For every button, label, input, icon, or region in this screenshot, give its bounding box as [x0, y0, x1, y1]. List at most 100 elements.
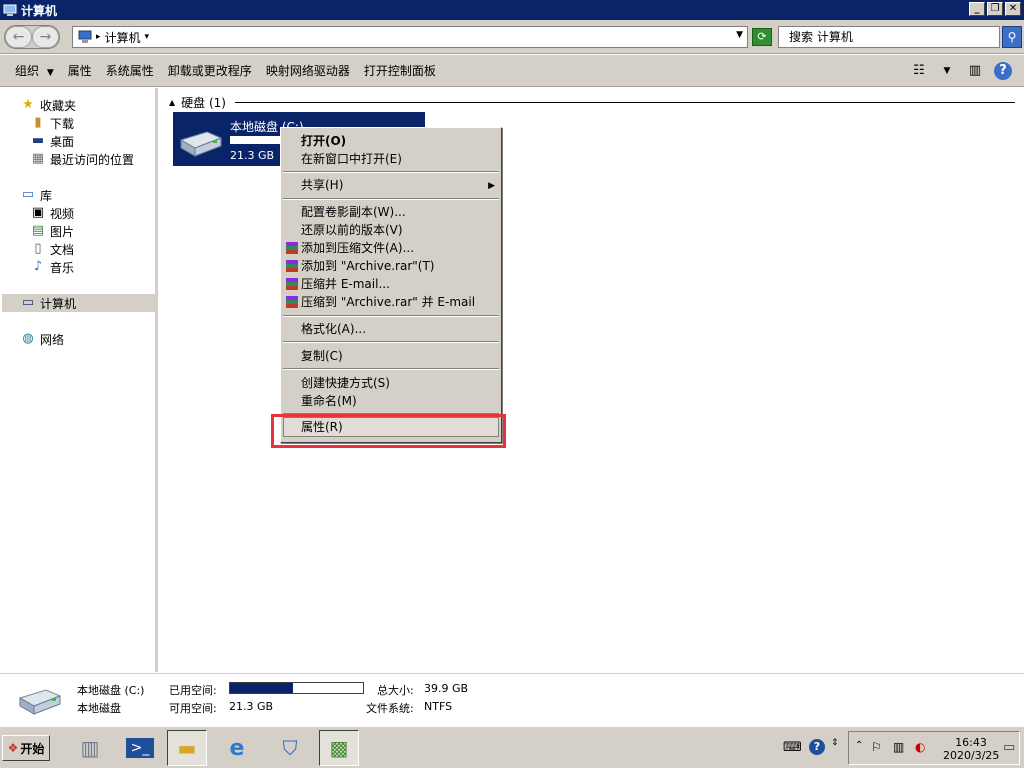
folder-icon: ▬: [177, 736, 197, 760]
group-divider: [235, 102, 1015, 103]
details-fs-value: NTFS: [424, 700, 453, 713]
menu-copy[interactable]: 复制(C): [301, 347, 343, 365]
system-tray: ⌨ ? ⇕ ⌃ ⚐ ▥ ◐ 16:43 2020/3/25 ▭: [783, 731, 1020, 765]
nav-videos[interactable]: ▣ 视频: [30, 204, 74, 222]
menu-restore-previous[interactable]: 还原以前的版本(V): [301, 221, 403, 239]
uninstall-button[interactable]: 卸载或更改程序: [161, 62, 259, 79]
search-icon: ⚲: [1007, 30, 1017, 44]
clock[interactable]: 16:43 2020/3/25: [943, 736, 999, 762]
address-segment-computer[interactable]: 计算机: [105, 29, 141, 46]
nav-computer[interactable]: ▭ 计算机: [20, 294, 76, 312]
nav-favorites[interactable]: ★ 收藏夹: [20, 96, 76, 114]
navigation-pane: ★ 收藏夹 ▮ 下载 ▬ 桌面 ▦ 最近访问的位置 ▭ 库 ▣ 视频 ▤ 图片 ▯ 文档 ♪ 音乐…: [0, 88, 158, 672]
details-usage-bar: [229, 682, 364, 694]
taskbar-app[interactable]: ▩: [319, 730, 359, 766]
network-status-icon[interactable]: ▥: [893, 740, 904, 754]
chevron-right-icon[interactable]: ▸: [96, 32, 101, 42]
details-name: 本地磁盘 (C:): [77, 684, 145, 697]
server-manager-icon: ▥: [80, 736, 100, 760]
nav-pictures[interactable]: ▤ 图片: [30, 222, 74, 240]
system-properties-button[interactable]: 系统属性: [99, 62, 161, 79]
volume-muted-icon[interactable]: ◐: [915, 740, 925, 754]
start-button[interactable]: ❖ 开始: [2, 735, 50, 761]
details-total-label: 总大小:: [377, 684, 414, 697]
document-icon: ▯: [34, 241, 42, 256]
menu-format[interactable]: 格式化(A)...: [301, 320, 366, 338]
menu-separator: [283, 341, 499, 343]
chevron-down-icon[interactable]: ▾: [145, 32, 150, 42]
menu-separator: [283, 198, 499, 200]
drive-free-space: 21.3 GB: [230, 149, 275, 162]
nav-documents[interactable]: ▯ 文档: [30, 240, 74, 258]
recent-places-icon: ▦: [31, 151, 45, 166]
organize-button[interactable]: 组织 ▼: [8, 62, 61, 79]
details-type: 本地磁盘: [77, 702, 121, 715]
address-input[interactable]: ▸ 计算机 ▾ ▼: [72, 26, 748, 48]
taskbar-server-manager[interactable]: ▥: [70, 730, 110, 766]
map-network-drive-button[interactable]: 映射网络驱动器: [259, 62, 357, 79]
address-bar-area: ← → ▸ 计算机 ▾ ▼ ⟳ 搜索 计算机 ⚲: [0, 20, 1024, 54]
menu-shadow-copy[interactable]: 配置卷影副本(W)...: [301, 203, 406, 221]
arrow-left-icon: ←: [12, 29, 25, 45]
menu-rename[interactable]: 重命名(M): [301, 392, 357, 410]
address-dropdown-icon[interactable]: ▼: [736, 30, 743, 40]
nav-libraries[interactable]: ▭ 库: [20, 186, 52, 204]
open-control-panel-button[interactable]: 打开控制面板: [357, 62, 443, 79]
keyboard-icon[interactable]: ⌨: [783, 740, 802, 755]
menu-compress-rar-email[interactable]: 压缩到 "Archive.rar" 并 E-mail: [301, 293, 475, 311]
shield-icon: ⛉: [282, 736, 298, 760]
hard-drive-icon: [18, 689, 62, 715]
properties-button[interactable]: 属性: [61, 62, 99, 79]
nav-recent[interactable]: ▦ 最近访问的位置: [30, 150, 134, 168]
picture-icon: ▤: [31, 223, 45, 238]
taskbar-security[interactable]: ⛉: [270, 730, 310, 766]
menu-open-new-window[interactable]: 在新窗口中打开(E): [301, 150, 402, 168]
menu-create-shortcut[interactable]: 创建快捷方式(S): [301, 374, 390, 392]
collapse-icon[interactable]: ▲: [169, 98, 175, 107]
powershell-icon: >_: [125, 738, 155, 758]
computer-icon: ▭: [21, 295, 35, 310]
forward-button[interactable]: →: [32, 26, 59, 48]
help-icon[interactable]: ?: [809, 739, 825, 755]
search-input[interactable]: 搜索 计算机: [778, 26, 1000, 48]
refresh-button[interactable]: ⟳: [752, 28, 772, 46]
winrar-icon: [286, 278, 298, 290]
command-bar: 组织 ▼ 属性 系统属性 卸载或更改程序 映射网络驱动器 打开控制面板 ☷ ▼ …: [0, 55, 1024, 87]
preview-pane-icon[interactable]: ▥: [966, 62, 984, 80]
menu-share[interactable]: 共享(H): [301, 176, 343, 194]
network-icon: ◍: [22, 331, 34, 346]
flag-icon[interactable]: ⚐: [871, 740, 882, 754]
nav-downloads[interactable]: ▮ 下载: [30, 114, 74, 132]
taskbar-explorer[interactable]: ▬: [167, 730, 207, 766]
star-icon: ★: [22, 97, 34, 112]
minimize-button[interactable]: _: [969, 2, 985, 16]
maximize-button[interactable]: ❐: [987, 2, 1003, 16]
menu-add-to-archive[interactable]: 添加到压缩文件(A)...: [301, 239, 414, 257]
nav-desktop[interactable]: ▬ 桌面: [30, 132, 74, 150]
menu-open[interactable]: 打开(O): [301, 132, 346, 150]
nav-network[interactable]: ◍ 网络: [20, 330, 64, 348]
desktop-icon: ▬: [31, 133, 45, 148]
taskbar-powershell[interactable]: >_: [120, 730, 160, 766]
chevron-down-icon[interactable]: ▼: [938, 62, 956, 80]
taskbar-ie[interactable]: e: [217, 730, 257, 766]
back-button[interactable]: ←: [5, 26, 32, 48]
show-hidden-icons[interactable]: ⌃: [855, 740, 863, 751]
language-bar-icon[interactable]: ⇕: [831, 738, 839, 748]
close-button[interactable]: ✕: [1005, 2, 1021, 16]
details-used-label: 已用空间:: [169, 684, 217, 697]
submenu-arrow-icon: ▶: [488, 181, 495, 191]
title-bar: 计算机 _ ❐ ✕: [0, 0, 1024, 20]
taskbar: ❖ 开始 ▥ >_ ▬ e ⛉ ▩ ⌨ ? ⇕ ⌃ ⚐ ▥ ◐ 16:43 202…: [0, 726, 1024, 768]
help-icon[interactable]: ?: [994, 62, 1012, 80]
menu-add-to-rar[interactable]: 添加到 "Archive.rar"(T): [301, 257, 434, 275]
nav-music[interactable]: ♪ 音乐: [30, 258, 74, 276]
search-button[interactable]: ⚲: [1002, 26, 1022, 48]
highlight-annotation-box: [271, 414, 506, 448]
details-free-label: 可用空间:: [169, 702, 217, 715]
refresh-icon: ⟳: [757, 30, 767, 43]
view-options-icon[interactable]: ☷: [910, 62, 928, 80]
group-header-hard-disks[interactable]: ▲ 硬盘 (1): [169, 94, 226, 111]
show-desktop-icon[interactable]: ▭: [1003, 740, 1015, 755]
menu-compress-email[interactable]: 压缩并 E-mail...: [301, 275, 390, 293]
